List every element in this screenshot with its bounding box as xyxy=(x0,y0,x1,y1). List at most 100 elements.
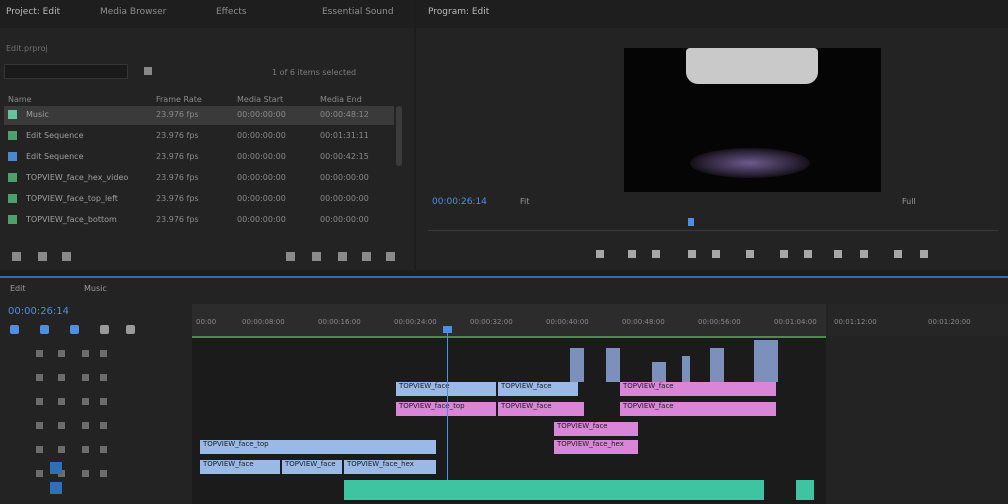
zoom-select[interactable]: Fit xyxy=(520,197,529,206)
video-clip[interactable]: TOPVIEW_face xyxy=(554,422,638,436)
audio-clip[interactable] xyxy=(344,480,764,500)
ruler-tick: 00:00:32:00 xyxy=(470,318,513,326)
ruler-tick: 00:00 xyxy=(196,318,217,326)
video-clip[interactable]: TOPVIEW_face xyxy=(498,382,578,396)
search-icon[interactable] xyxy=(286,252,295,261)
mark-out-icon[interactable] xyxy=(652,250,660,258)
ruler-tick: 00:01:12:00 xyxy=(834,318,877,326)
timeline-track-area[interactable]: TOPVIEW_face TOPVIEW_face TOPVIEW_face T… xyxy=(192,338,826,504)
clip-block[interactable] xyxy=(682,356,690,382)
project-row[interactable]: Edit Sequence 23.976 fps 00:00:00:00 00:… xyxy=(4,127,394,146)
row-media-end: 00:00:00:00 xyxy=(320,173,369,182)
track-header-v1[interactable] xyxy=(28,468,128,482)
resolution-select[interactable]: Full xyxy=(902,197,916,206)
track-header-v2[interactable] xyxy=(28,444,128,458)
col-header-frame-rate[interactable]: Frame Rate xyxy=(156,95,202,104)
ruler-tick: 00:00:24:00 xyxy=(394,318,437,326)
tab-essential-sound[interactable]: Essential Sound xyxy=(322,7,394,17)
track-target-a1[interactable] xyxy=(50,482,62,494)
go-to-out-icon[interactable] xyxy=(804,250,812,258)
project-row[interactable]: Music 23.976 fps 00:00:00:00 00:00:48:12 xyxy=(4,106,394,125)
project-row[interactable]: TOPVIEW_face_top_left 23.976 fps 00:00:0… xyxy=(4,190,394,209)
icon-view-icon[interactable] xyxy=(62,252,71,261)
row-frame-rate: 23.976 fps xyxy=(156,152,199,161)
row-name: TOPVIEW_face_bottom xyxy=(26,215,117,224)
lift-icon[interactable] xyxy=(834,250,842,258)
tab-project[interactable]: Project: Edit xyxy=(6,7,60,17)
col-header-name[interactable]: Name xyxy=(8,95,32,104)
row-media-start: 00:00:00:00 xyxy=(237,110,286,119)
track-header-v5[interactable] xyxy=(28,372,128,386)
step-forward-icon[interactable] xyxy=(780,250,788,258)
program-ruler[interactable] xyxy=(428,218,998,231)
project-row[interactable]: Edit Sequence 23.976 fps 00:00:00:00 00:… xyxy=(4,148,394,167)
audio-clip[interactable] xyxy=(796,480,814,500)
row-name: Edit Sequence xyxy=(26,152,84,161)
video-clip[interactable]: TOPVIEW_face_top xyxy=(200,440,436,454)
video-clip[interactable]: TOPVIEW_face_top xyxy=(396,402,496,416)
clear-icon[interactable] xyxy=(362,252,371,261)
wrench-icon[interactable] xyxy=(126,325,135,334)
play-icon[interactable] xyxy=(746,250,754,258)
snap-icon[interactable] xyxy=(10,325,19,334)
video-clip[interactable]: TOPVIEW_face xyxy=(396,382,496,396)
mark-in-icon[interactable] xyxy=(628,250,636,258)
add-marker-icon[interactable] xyxy=(70,325,79,334)
track-header-v4[interactable] xyxy=(28,396,128,410)
video-clip[interactable]: TOPVIEW_face xyxy=(620,382,776,396)
clip-block[interactable] xyxy=(606,348,620,382)
new-bin-icon[interactable] xyxy=(312,252,321,261)
go-to-in-icon[interactable] xyxy=(688,250,696,258)
clip-block[interactable] xyxy=(710,348,724,382)
row-name: Edit Sequence xyxy=(26,131,84,140)
new-item-icon[interactable] xyxy=(338,252,347,261)
step-back-icon[interactable] xyxy=(712,250,720,258)
linked-selection-icon[interactable] xyxy=(40,325,49,334)
track-target-v1[interactable] xyxy=(50,462,62,474)
settings-icon[interactable] xyxy=(920,250,928,258)
video-clip[interactable]: TOPVIEW_face xyxy=(200,460,280,474)
row-name: TOPVIEW_face_top_left xyxy=(26,194,118,203)
timeline-playhead[interactable] xyxy=(447,330,448,480)
marker-icon[interactable] xyxy=(596,250,604,258)
col-header-media-start[interactable]: Media Start xyxy=(237,95,283,104)
trash-icon[interactable] xyxy=(386,252,395,261)
filter-icon[interactable] xyxy=(144,67,152,75)
track-header-v3[interactable] xyxy=(28,420,128,434)
video-file-icon xyxy=(8,173,17,182)
timeline-ruler[interactable]: 00:00 00:00:08:00 00:00:16:00 00:00:24:0… xyxy=(192,304,826,338)
video-clip[interactable]: TOPVIEW_face xyxy=(498,402,584,416)
clip-block[interactable] xyxy=(754,340,778,382)
tab-program[interactable]: Program: Edit xyxy=(428,7,489,17)
audio-file-icon xyxy=(8,110,17,119)
video-clip[interactable]: TOPVIEW_face xyxy=(282,460,342,474)
project-scrollbar[interactable] xyxy=(396,106,402,166)
tab-media-browser[interactable]: Media Browser xyxy=(100,7,166,17)
video-clip[interactable]: TOPVIEW_face xyxy=(620,402,776,416)
project-search-input[interactable] xyxy=(4,64,128,79)
list-view-icon[interactable] xyxy=(38,252,47,261)
program-playhead[interactable] xyxy=(688,218,694,226)
clip-block[interactable] xyxy=(570,348,584,382)
video-clip[interactable]: TOPVIEW_face_hex xyxy=(554,440,638,454)
col-header-media-end[interactable]: Media End xyxy=(320,95,362,104)
program-timecode[interactable]: 00:00:26:14 xyxy=(432,197,487,207)
row-name: Music xyxy=(26,110,49,119)
timeline-tab-music[interactable]: Music xyxy=(84,284,107,293)
lock-icon[interactable] xyxy=(12,252,21,261)
ruler-tick: 00:00:56:00 xyxy=(698,318,741,326)
project-row[interactable]: TOPVIEW_face_bottom 23.976 fps 00:00:00:… xyxy=(4,211,394,230)
project-panel: Project: Edit Media Browser Effects Esse… xyxy=(0,0,414,270)
extract-icon[interactable] xyxy=(860,250,868,258)
clip-block[interactable] xyxy=(652,362,666,382)
timeline-tab-edit[interactable]: Edit xyxy=(10,284,26,293)
row-media-end: 00:00:00:00 xyxy=(320,215,369,224)
track-header-v6[interactable] xyxy=(28,348,128,362)
video-clip[interactable]: TOPVIEW_face_hex xyxy=(344,460,436,474)
tab-effects[interactable]: Effects xyxy=(216,7,247,17)
timeline-settings-icon[interactable] xyxy=(100,325,109,334)
project-row[interactable]: TOPVIEW_face_hex_video 23.976 fps 00:00:… xyxy=(4,169,394,188)
sequence-timecode[interactable]: 00:00:26:14 xyxy=(8,306,69,317)
export-frame-icon[interactable] xyxy=(894,250,902,258)
row-frame-rate: 23.976 fps xyxy=(156,131,199,140)
